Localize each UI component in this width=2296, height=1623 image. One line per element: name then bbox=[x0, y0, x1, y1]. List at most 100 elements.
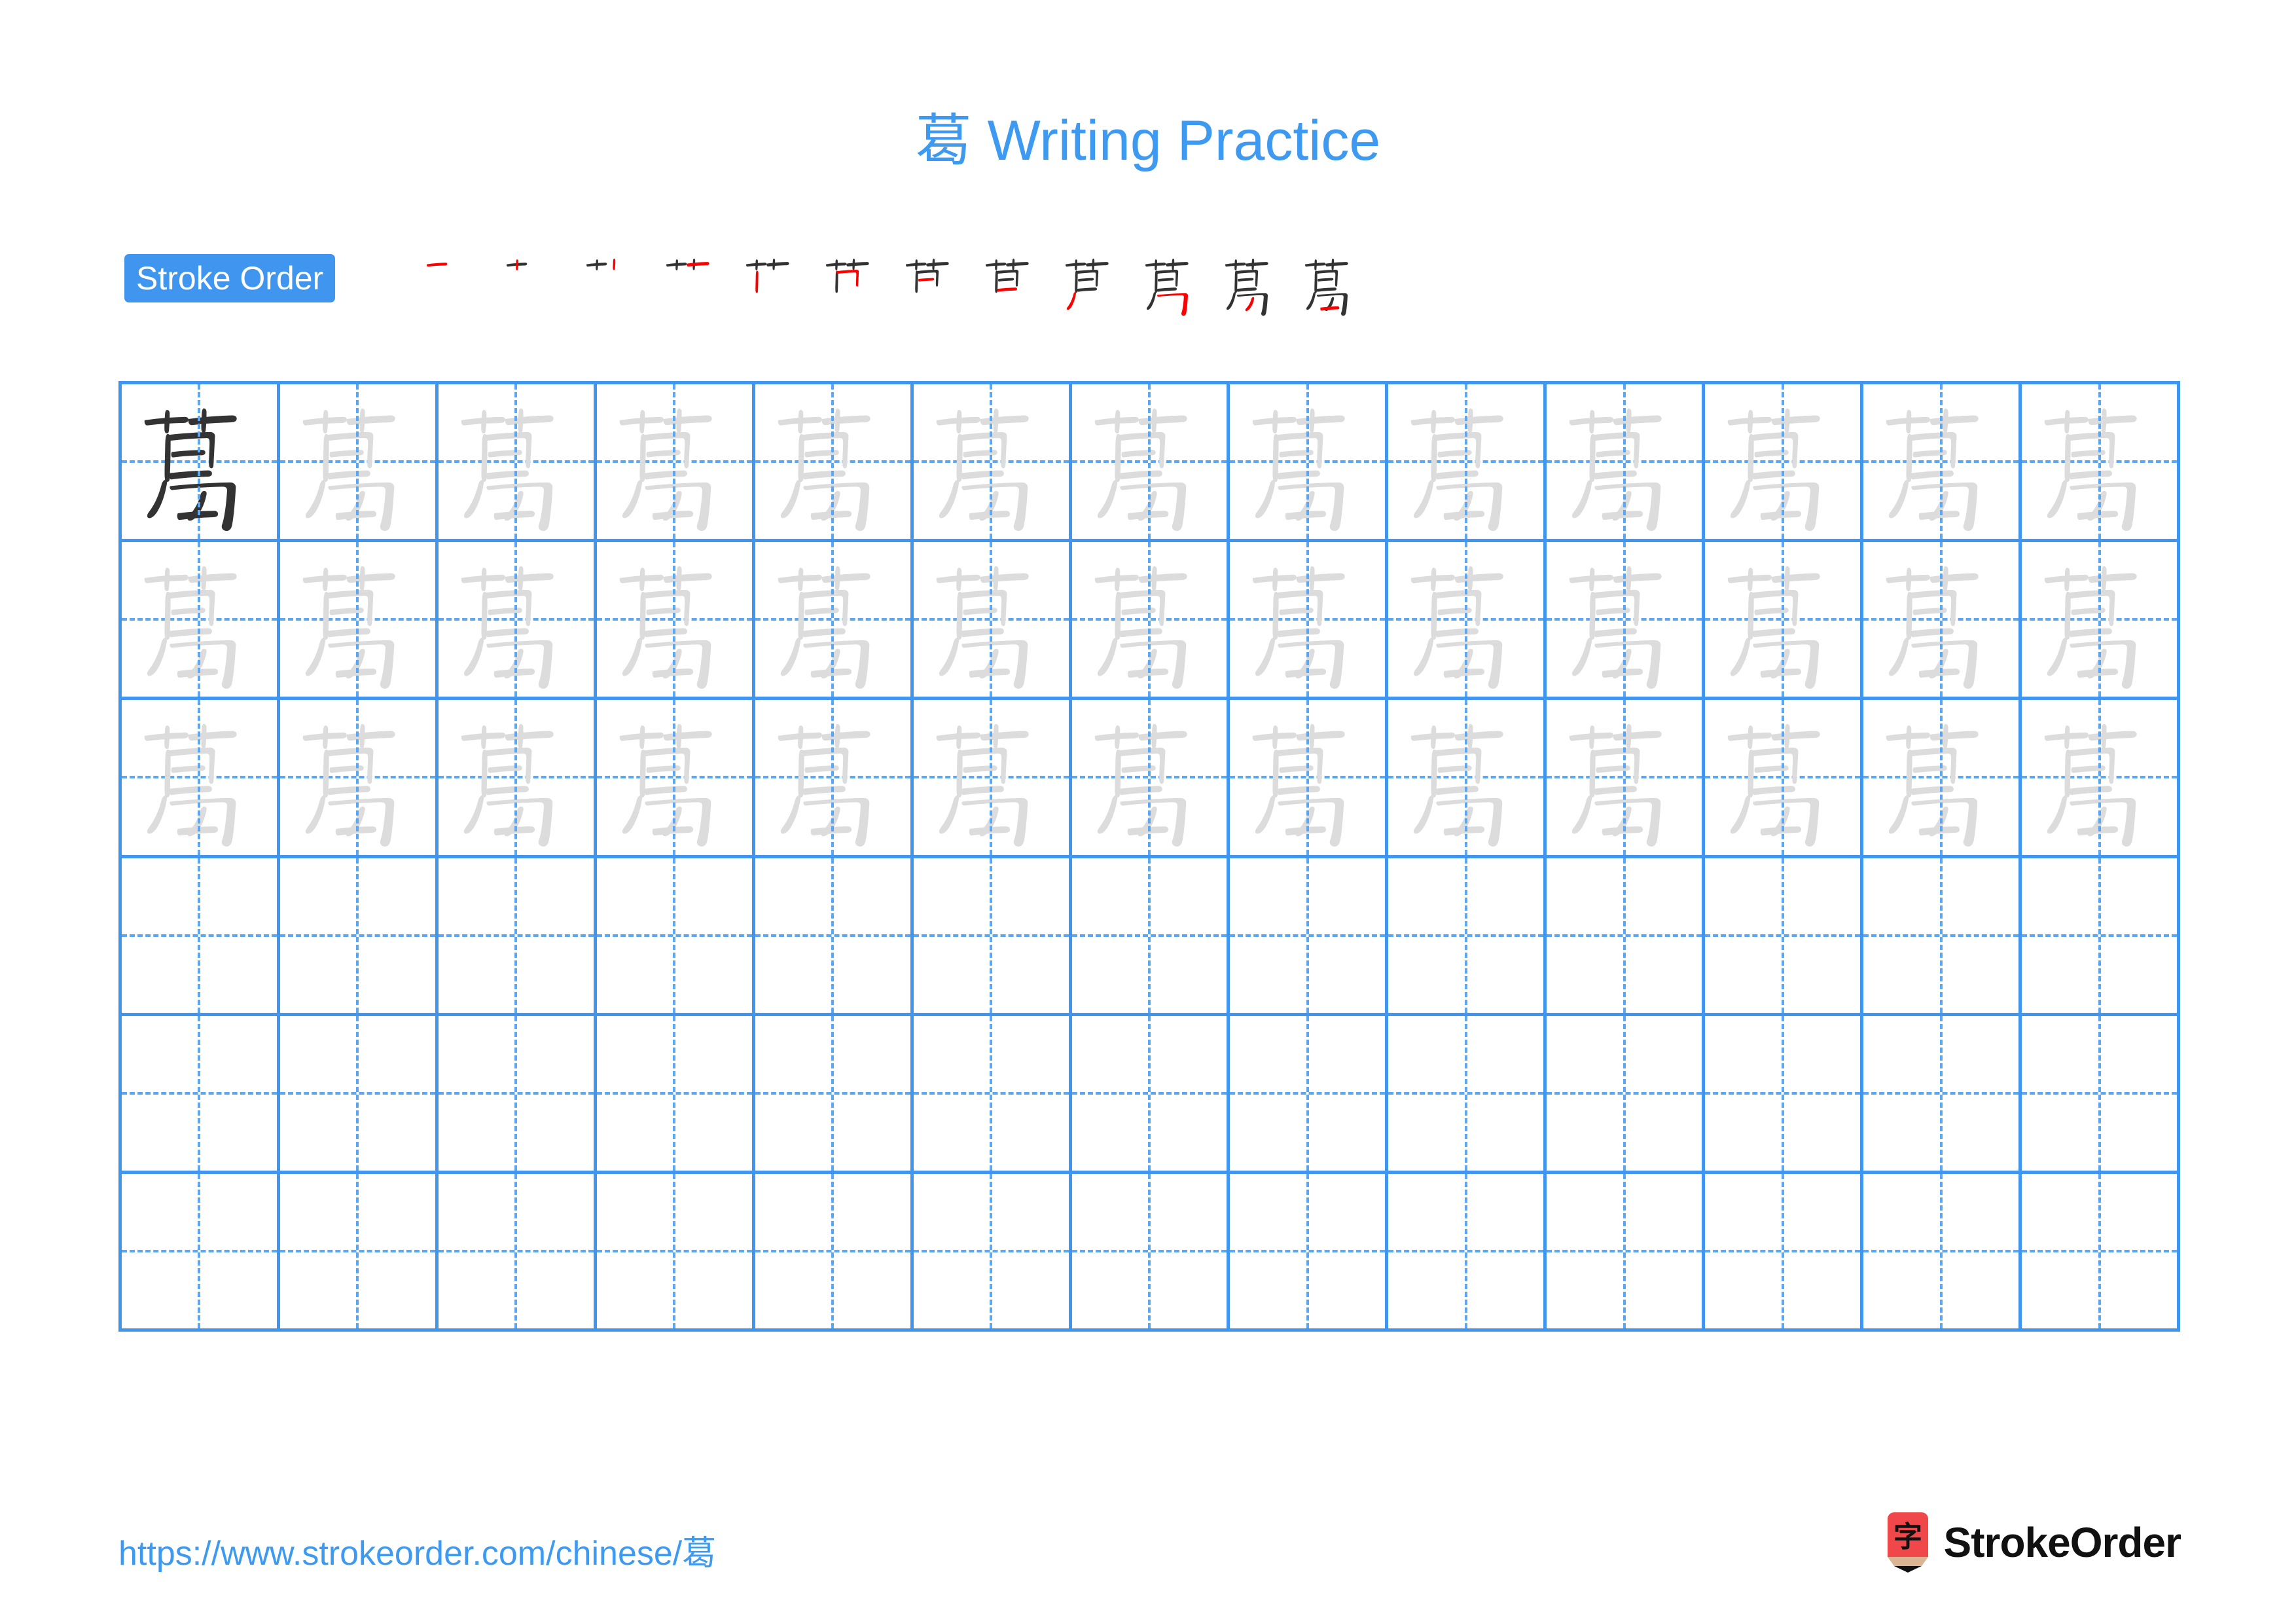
practice-cell-r3-c12[interactable] bbox=[1863, 700, 2022, 858]
practice-cell-r3-c2[interactable] bbox=[279, 700, 439, 858]
practice-cell-r3-c6[interactable] bbox=[913, 700, 1072, 858]
practice-cell-r6-c2[interactable] bbox=[279, 1173, 439, 1332]
practice-cell-r4-c3[interactable] bbox=[438, 858, 597, 1016]
trace-character bbox=[597, 384, 752, 539]
practice-cell-r4-c1[interactable] bbox=[122, 858, 280, 1016]
practice-cell-r1-c7[interactable] bbox=[1071, 384, 1230, 543]
practice-cell-r6-c10[interactable] bbox=[1547, 1173, 1706, 1332]
practice-cell-r1-c13[interactable] bbox=[2022, 384, 2180, 543]
practice-cell-r5-c8[interactable] bbox=[1230, 1015, 1389, 1174]
practice-cell-r4-c11[interactable] bbox=[1705, 858, 1864, 1016]
practice-cell-r6-c5[interactable] bbox=[755, 1173, 914, 1332]
trace-character bbox=[1863, 542, 2018, 697]
page-title: 葛 Writing Practice bbox=[915, 109, 1381, 172]
practice-cell-r6-c13[interactable] bbox=[2022, 1173, 2180, 1332]
footer-url-link[interactable]: https://www.strokeorder.com/chinese/葛 bbox=[118, 1525, 716, 1575]
practice-cell-r1-c8[interactable] bbox=[1230, 384, 1389, 543]
practice-cell-r4-c12[interactable] bbox=[1863, 858, 2022, 1016]
practice-cell-r5-c5[interactable] bbox=[755, 1015, 914, 1174]
practice-cell-r2-c4[interactable] bbox=[596, 542, 755, 701]
practice-cell-r5-c11[interactable] bbox=[1705, 1015, 1864, 1174]
practice-cell-r4-c2[interactable] bbox=[279, 858, 439, 1016]
practice-cell-r1-c10[interactable] bbox=[1547, 384, 1706, 543]
practice-cell-r2-c7[interactable] bbox=[1071, 542, 1230, 701]
practice-cell-r1-c6[interactable] bbox=[913, 384, 1072, 543]
practice-cell-r5-c4[interactable] bbox=[596, 1015, 755, 1174]
trace-character bbox=[1705, 700, 1860, 854]
practice-cell-r3-c10[interactable] bbox=[1547, 700, 1706, 858]
practice-cell-r1-c5[interactable] bbox=[755, 384, 914, 543]
practice-cell-r4-c6[interactable] bbox=[913, 858, 1072, 1016]
practice-cell-r4-c5[interactable] bbox=[755, 858, 914, 1016]
practice-cell-r4-c7[interactable] bbox=[1071, 858, 1230, 1016]
trace-character bbox=[1388, 700, 1543, 854]
practice-cell-r5-c7[interactable] bbox=[1071, 1015, 1230, 1174]
practice-cell-r5-c12[interactable] bbox=[1863, 1015, 2022, 1174]
practice-cell-r2-c10[interactable] bbox=[1547, 542, 1706, 701]
practice-cell-r3-c9[interactable] bbox=[1388, 700, 1547, 858]
practice-cell-r5-c2[interactable] bbox=[279, 1015, 439, 1174]
practice-cell-r3-c11[interactable] bbox=[1705, 700, 1864, 858]
practice-cell-r1-c4[interactable] bbox=[596, 384, 755, 543]
practice-cell-r6-c9[interactable] bbox=[1388, 1173, 1547, 1332]
practice-cell-r3-c1[interactable] bbox=[122, 700, 280, 858]
practice-cell-r3-c7[interactable] bbox=[1071, 700, 1230, 858]
stroke-step-1 bbox=[412, 247, 492, 319]
trace-character bbox=[1230, 384, 1385, 539]
practice-cell-r1-c3[interactable] bbox=[438, 384, 597, 543]
practice-cell-r3-c3[interactable] bbox=[438, 700, 597, 858]
practice-cell-r5-c6[interactable] bbox=[913, 1015, 1072, 1174]
stroke-order-badge: Stroke Order bbox=[124, 254, 336, 302]
trace-character bbox=[914, 700, 1069, 854]
practice-cell-r5-c10[interactable] bbox=[1547, 1015, 1706, 1174]
trace-character bbox=[1547, 700, 1702, 854]
practice-cell-r1-c9[interactable] bbox=[1388, 384, 1547, 543]
trace-character bbox=[755, 384, 910, 539]
trace-character bbox=[597, 542, 752, 697]
trace-character bbox=[755, 700, 910, 854]
practice-cell-r2-c3[interactable] bbox=[438, 542, 597, 701]
practice-cell-r6-c3[interactable] bbox=[438, 1173, 597, 1332]
practice-cell-r1-c12[interactable] bbox=[1863, 384, 2022, 543]
stroke-order-list bbox=[412, 247, 1371, 319]
practice-cell-r1-c11[interactable] bbox=[1705, 384, 1864, 543]
footer-logo[interactable]: 字 StrokeOrder bbox=[1884, 1512, 2181, 1573]
practice-cell-r2-c2[interactable] bbox=[279, 542, 439, 701]
practice-cell-r5-c13[interactable] bbox=[2022, 1015, 2180, 1174]
trace-character bbox=[1072, 700, 1227, 854]
stroke-step-8 bbox=[971, 247, 1051, 319]
practice-cell-r5-c1[interactable] bbox=[122, 1015, 280, 1174]
practice-cell-r3-c8[interactable] bbox=[1230, 700, 1389, 858]
practice-cell-r4-c8[interactable] bbox=[1230, 858, 1389, 1016]
trace-character bbox=[1388, 542, 1543, 697]
practice-cell-r6-c12[interactable] bbox=[1863, 1173, 2022, 1332]
practice-cell-r6-c6[interactable] bbox=[913, 1173, 1072, 1332]
practice-cell-r3-c13[interactable] bbox=[2022, 700, 2180, 858]
practice-grid bbox=[118, 381, 2180, 1332]
practice-cell-r3-c4[interactable] bbox=[596, 700, 755, 858]
practice-cell-r6-c7[interactable] bbox=[1071, 1173, 1230, 1332]
practice-cell-r2-c13[interactable] bbox=[2022, 542, 2180, 701]
practice-cell-r6-c1[interactable] bbox=[122, 1173, 280, 1332]
practice-cell-r6-c4[interactable] bbox=[596, 1173, 755, 1332]
practice-cell-r5-c9[interactable] bbox=[1388, 1015, 1547, 1174]
stroke-step-10 bbox=[1131, 247, 1211, 319]
practice-cell-r1-c2[interactable] bbox=[279, 384, 439, 543]
practice-cell-r3-c5[interactable] bbox=[755, 700, 914, 858]
practice-cell-r5-c3[interactable] bbox=[438, 1015, 597, 1174]
practice-cell-r6-c8[interactable] bbox=[1230, 1173, 1389, 1332]
practice-cell-r4-c13[interactable] bbox=[2022, 858, 2180, 1016]
practice-cell-r2-c11[interactable] bbox=[1705, 542, 1864, 701]
practice-cell-r4-c4[interactable] bbox=[596, 858, 755, 1016]
practice-cell-r2-c9[interactable] bbox=[1388, 542, 1547, 701]
practice-cell-r2-c8[interactable] bbox=[1230, 542, 1389, 701]
practice-cell-r2-c1[interactable] bbox=[122, 542, 280, 701]
practice-cell-r2-c5[interactable] bbox=[755, 542, 914, 701]
practice-cell-r6-c11[interactable] bbox=[1705, 1173, 1864, 1332]
practice-cell-r2-c6[interactable] bbox=[913, 542, 1072, 701]
practice-cell-r1-c1[interactable] bbox=[122, 384, 280, 543]
practice-cell-r4-c9[interactable] bbox=[1388, 858, 1547, 1016]
trace-character bbox=[439, 700, 594, 854]
practice-cell-r4-c10[interactable] bbox=[1547, 858, 1706, 1016]
practice-cell-r2-c12[interactable] bbox=[1863, 542, 2022, 701]
